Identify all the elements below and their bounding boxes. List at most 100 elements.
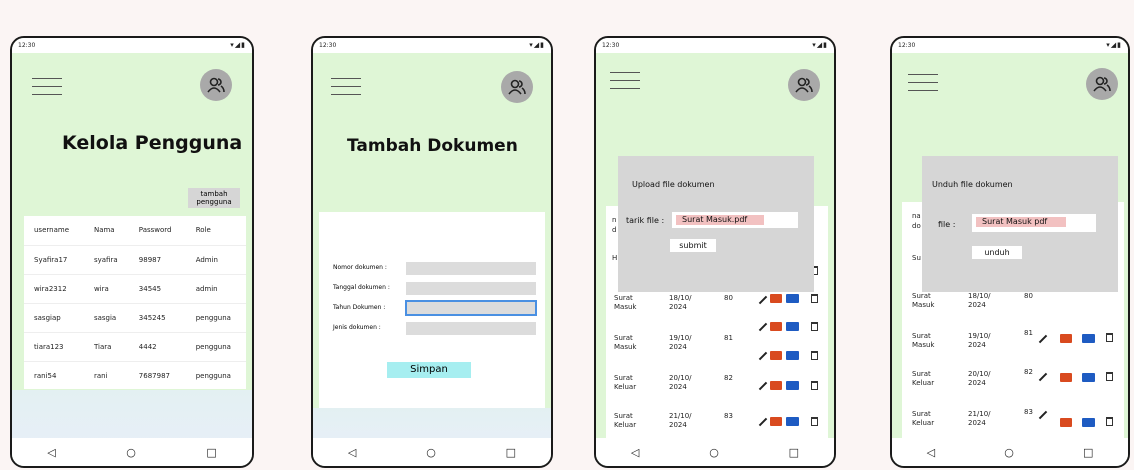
- file-label: file :: [938, 220, 956, 229]
- edit-icon[interactable]: [1038, 334, 1048, 344]
- edit-icon[interactable]: [758, 381, 768, 391]
- edit-icon[interactable]: [758, 351, 768, 361]
- user-avatar-icon[interactable]: [1086, 68, 1118, 100]
- upload-icon[interactable]: [786, 322, 799, 331]
- cell-type: Surat Keluar: [912, 370, 935, 387]
- cell-type: Surat Keluar: [614, 374, 637, 391]
- page-title: Tambah Dokumen: [347, 136, 518, 156]
- status-icons: ▾◢▮: [812, 41, 828, 49]
- user-avatar-icon[interactable]: [501, 71, 533, 103]
- cell-number: 81: [724, 334, 733, 342]
- cell-name: syafira: [83, 245, 129, 275]
- cell-role: admin: [185, 274, 246, 304]
- unduh-button[interactable]: unduh: [972, 246, 1022, 259]
- cell-number: 80: [1024, 292, 1033, 300]
- cell-username: tiara123: [24, 332, 84, 362]
- upload-icon[interactable]: [786, 381, 799, 390]
- user-avatar-icon[interactable]: [788, 69, 820, 101]
- form-label: Jenis dokumen :: [333, 324, 381, 331]
- edit-icon[interactable]: [758, 417, 768, 427]
- cell-number: 83: [1024, 408, 1033, 416]
- edit-icon[interactable]: [758, 295, 768, 305]
- user-avatar-icon[interactable]: [200, 69, 232, 101]
- hamburger-menu-icon[interactable]: [610, 72, 640, 92]
- nomor-dokumen-input[interactable]: [406, 262, 536, 275]
- trash-icon[interactable]: [1106, 417, 1113, 426]
- status-bar: 12:30 ▾◢▮: [313, 38, 551, 53]
- tanggal-dokumen-input[interactable]: [406, 282, 536, 295]
- status-icons: ▾◢▮: [230, 41, 246, 49]
- hamburger-menu-icon[interactable]: [32, 78, 62, 98]
- status-bar: 12:30 ▾◢▮: [892, 38, 1128, 53]
- cell-date: 20/10/ 2024: [968, 370, 991, 387]
- edit-icon[interactable]: [1038, 372, 1048, 382]
- home-icon[interactable]: ○: [126, 446, 136, 459]
- column-header: username: [24, 216, 84, 246]
- download-icon[interactable]: [770, 351, 782, 360]
- trash-icon[interactable]: [811, 322, 818, 331]
- hamburger-menu-icon[interactable]: [908, 74, 938, 94]
- download-icon[interactable]: [1060, 373, 1072, 382]
- recent-apps-icon[interactable]: □: [506, 446, 516, 459]
- row-peek: H: [612, 254, 618, 262]
- header-peek: d: [612, 226, 617, 234]
- simpan-button[interactable]: Simpan: [387, 362, 471, 378]
- upload-icon[interactable]: [1082, 373, 1095, 382]
- recent-apps-icon[interactable]: □: [789, 446, 799, 459]
- submit-button[interactable]: submit: [670, 239, 716, 252]
- android-nav-bar: ◁ ○ □: [313, 438, 551, 466]
- download-icon[interactable]: [770, 417, 782, 426]
- trash-icon[interactable]: [1106, 372, 1113, 381]
- table-row[interactable]: rani54 rani 7687987 pengguna: [24, 361, 246, 391]
- upload-icon[interactable]: [786, 351, 799, 360]
- table-row[interactable]: sasgiap sasgia 345245 pengguna: [24, 303, 246, 333]
- upload-icon[interactable]: [786, 294, 799, 303]
- download-icon[interactable]: [1060, 418, 1072, 427]
- home-icon[interactable]: ○: [426, 446, 436, 459]
- back-icon[interactable]: ◁: [927, 446, 935, 459]
- edit-icon[interactable]: [758, 322, 768, 332]
- cell-role: pengguna: [185, 332, 246, 362]
- upload-icon[interactable]: [1082, 334, 1095, 343]
- tahun-dokumen-input[interactable]: [405, 300, 537, 316]
- dialog-title: Upload file dokumen: [632, 180, 715, 189]
- download-dialog: Unduh file dokumen file : Surat Masuk pd…: [922, 156, 1118, 292]
- status-time: 12:30: [319, 42, 337, 49]
- dialog-title: Unduh file dokumen: [932, 180, 1013, 189]
- download-icon[interactable]: [1060, 334, 1072, 343]
- trash-icon[interactable]: [811, 294, 818, 303]
- trash-icon[interactable]: [1106, 333, 1113, 342]
- jenis-dokumen-input[interactable]: [406, 322, 536, 335]
- cell-date: 19/10/ 2024: [968, 332, 991, 349]
- recent-apps-icon[interactable]: □: [1083, 446, 1093, 459]
- download-icon[interactable]: [770, 294, 782, 303]
- android-nav-bar: ◁ ○ □: [12, 438, 252, 466]
- back-icon[interactable]: ◁: [631, 446, 639, 459]
- row-peek: Su: [912, 254, 921, 262]
- trash-icon[interactable]: [811, 417, 818, 426]
- home-icon[interactable]: ○: [709, 446, 719, 459]
- edit-icon[interactable]: [1038, 410, 1048, 420]
- phone-tambah-dokumen: 12:30 ▾◢▮ Tambah Dokumen Nomor dokumen :…: [311, 36, 553, 468]
- table-row[interactable]: tiara123 Tiara 4442 pengguna: [24, 332, 246, 362]
- download-icon[interactable]: [770, 322, 782, 331]
- trash-icon[interactable]: [811, 381, 818, 390]
- trash-icon[interactable]: [811, 351, 818, 360]
- home-icon[interactable]: ○: [1004, 446, 1014, 459]
- table-row[interactable]: Syafira17 syafira 98987 Admin: [24, 245, 246, 275]
- back-icon[interactable]: ◁: [348, 446, 356, 459]
- recent-apps-icon[interactable]: □: [206, 446, 216, 459]
- cell-password: 98987: [128, 245, 186, 275]
- back-icon[interactable]: ◁: [47, 446, 55, 459]
- upload-icon[interactable]: [786, 417, 799, 426]
- hamburger-menu-icon[interactable]: [331, 78, 361, 98]
- download-icon[interactable]: [770, 381, 782, 390]
- add-user-button[interactable]: tambah pengguna: [188, 188, 240, 208]
- column-header: Password: [128, 216, 186, 246]
- cell-date: 20/10/ 2024: [669, 374, 692, 391]
- cell-role: pengguna: [185, 361, 246, 391]
- table-row[interactable]: wira2312 wira 34545 admin: [24, 274, 246, 304]
- upload-icon[interactable]: [1082, 418, 1095, 427]
- status-bar: 12:30 ▾◢▮: [596, 38, 834, 53]
- cell-number: 81: [1024, 329, 1033, 337]
